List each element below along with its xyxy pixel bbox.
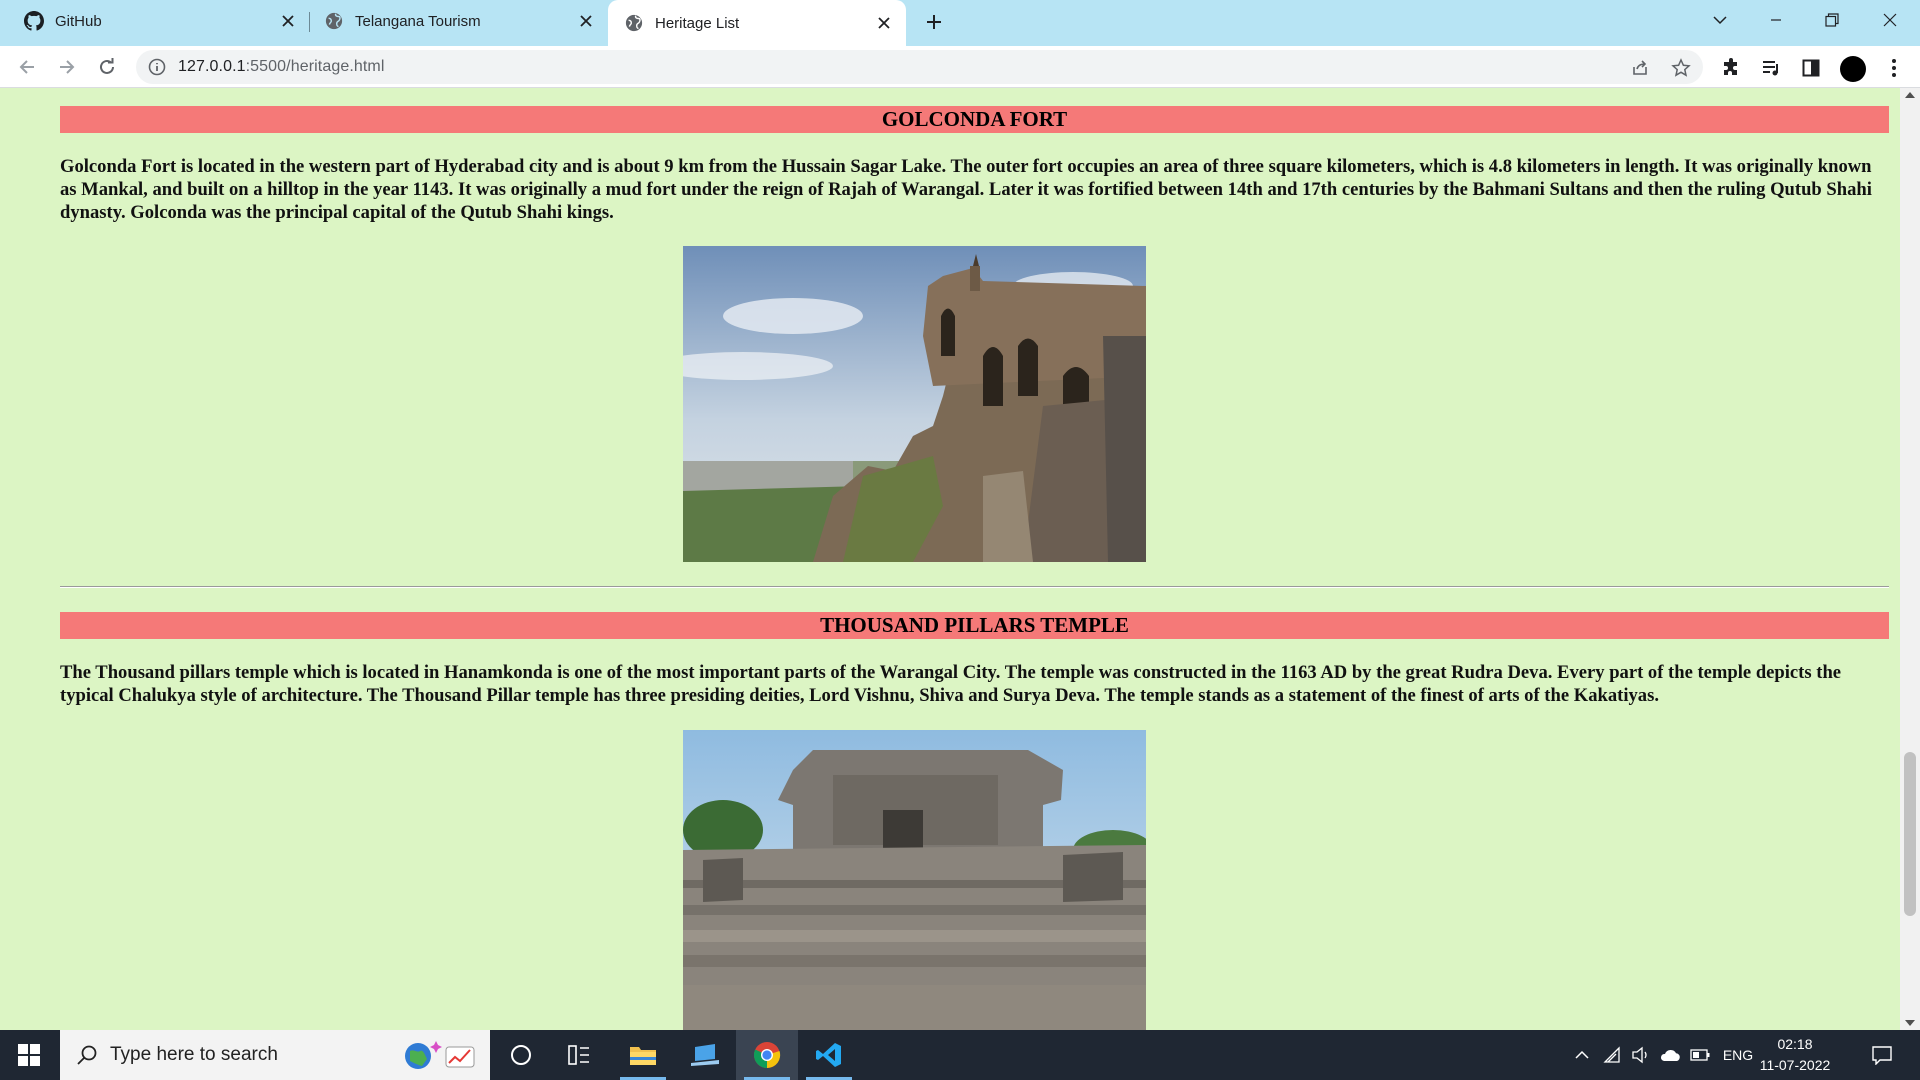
close-tab-icon[interactable] — [576, 11, 596, 31]
page-scrollbar[interactable] — [1900, 88, 1920, 1030]
laptop-app-icon — [691, 1044, 719, 1066]
start-button[interactable] — [0, 1030, 58, 1080]
side-panel-icon[interactable] — [1800, 57, 1822, 79]
info-icon[interactable] — [148, 58, 166, 76]
tab-label: Heritage List — [655, 14, 740, 32]
plus-icon — [927, 15, 941, 29]
section-heading: THOUSAND PILLARS TEMPLE — [60, 612, 1889, 639]
bookmark-star-icon[interactable] — [1671, 58, 1691, 78]
extensions-icon[interactable] — [1720, 57, 1742, 79]
section-heading: GOLCONDA FORT — [60, 106, 1889, 133]
task-view-button[interactable] — [548, 1030, 610, 1080]
notification-icon — [1872, 1046, 1892, 1065]
address-bar[interactable]: 127.0.0.1:5500/heritage.html — [136, 50, 1703, 84]
file-explorer-button[interactable] — [612, 1030, 674, 1080]
reload-button[interactable] — [92, 52, 122, 82]
language-indicator[interactable]: ENG — [1718, 1030, 1758, 1080]
tab-telangana-tourism[interactable]: Telangana Tourism — [310, 0, 608, 42]
cortana-button[interactable] — [490, 1030, 552, 1080]
taskbar-clock[interactable]: 02:18 11-07-2022 — [1755, 1034, 1835, 1076]
remote-desktop-button[interactable] — [674, 1030, 736, 1080]
search-placeholder: Type here to search — [110, 1044, 278, 1065]
arrow-left-icon — [19, 60, 34, 74]
vscode-icon — [816, 1043, 841, 1067]
restore-button[interactable] — [1804, 0, 1860, 40]
browser-toolbar: 127.0.0.1:5500/heritage.html — [0, 46, 1920, 88]
section-paragraph: Golconda Fort is located in the western … — [60, 156, 1872, 223]
heritage-section-thousand-pillars: THOUSAND PILLARS TEMPLE The Thousand pil… — [60, 612, 1889, 707]
section-divider — [60, 586, 1889, 588]
profile-avatar[interactable] — [1840, 56, 1866, 82]
windows-logo-icon — [18, 1044, 40, 1066]
clock-time: 02:18 — [1777, 1036, 1813, 1052]
chevron-down-icon — [1713, 16, 1727, 25]
folder-icon — [630, 1047, 656, 1065]
notifications-button[interactable] — [1862, 1030, 1902, 1080]
clock-date: 11-07-2022 — [1759, 1057, 1831, 1073]
close-window-button[interactable] — [1862, 0, 1918, 40]
tab-heritage-list[interactable]: Heritage List — [608, 0, 906, 46]
scrollbar-thumb[interactable] — [1904, 752, 1916, 916]
taskbar-search-box[interactable]: Type here to search — [60, 1030, 490, 1080]
windows-taskbar: Type here to search ENG 02:18 11-07-2022 — [0, 1030, 1920, 1080]
back-button[interactable] — [12, 52, 42, 82]
chevron-up-icon — [1575, 1050, 1589, 1059]
golconda-fort-photo — [683, 246, 1146, 562]
onedrive-icon[interactable] — [1656, 1030, 1684, 1080]
url-path: :5500/heritage.html — [245, 58, 385, 75]
url-host: 127.0.0.1 — [178, 58, 246, 75]
close-tab-icon[interactable] — [874, 13, 894, 33]
github-icon — [24, 11, 44, 31]
search-highlight-icon — [405, 1041, 475, 1069]
search-icon — [77, 1045, 97, 1065]
close-tab-icon[interactable] — [278, 11, 298, 31]
kebab-menu-icon[interactable] — [1883, 57, 1905, 79]
forward-button[interactable] — [52, 52, 82, 82]
page-viewport: GOLCONDA FORT Golconda Fort is located i… — [0, 88, 1900, 1030]
tab-github[interactable]: GitHub — [0, 0, 310, 42]
section-paragraph: The Thousand pillars temple which is loc… — [60, 662, 1842, 706]
vscode-button[interactable] — [798, 1030, 860, 1080]
cortana-circle-icon — [511, 1045, 531, 1065]
heritage-section-golconda: GOLCONDA FORT Golconda Fort is located i… — [60, 106, 1889, 224]
battery-icon[interactable] — [1686, 1030, 1714, 1080]
minimize-button[interactable] — [1748, 0, 1804, 40]
new-tab-button[interactable] — [920, 8, 948, 36]
share-icon[interactable] — [1630, 58, 1650, 78]
close-icon — [1883, 13, 1897, 27]
network-icon[interactable] — [1600, 1030, 1626, 1080]
tab-label: GitHub — [55, 12, 102, 30]
browser-tab-strip: GitHub Telangana Tourism Heritage List — [0, 0, 1920, 46]
restore-icon — [1825, 13, 1839, 27]
task-view-icon — [568, 1045, 589, 1065]
media-queue-icon[interactable] — [1760, 57, 1782, 79]
tab-search-button[interactable] — [1692, 0, 1748, 40]
chrome-icon — [753, 1042, 781, 1069]
volume-icon[interactable] — [1628, 1030, 1654, 1080]
reload-icon — [100, 58, 114, 74]
minimize-icon — [1771, 19, 1781, 21]
thousand-pillars-temple-photo — [683, 730, 1146, 1030]
tab-label: Telangana Tourism — [355, 12, 481, 30]
scroll-up-arrow-icon[interactable] — [1905, 92, 1915, 98]
chrome-button[interactable] — [736, 1030, 798, 1080]
show-hidden-icons-button[interactable] — [1570, 1030, 1594, 1080]
globe-icon — [324, 11, 344, 31]
globe-icon — [624, 13, 644, 33]
url-text: 127.0.0.1:5500/heritage.html — [178, 58, 385, 76]
arrow-right-icon — [60, 60, 75, 74]
scroll-down-arrow-icon[interactable] — [1905, 1020, 1915, 1026]
